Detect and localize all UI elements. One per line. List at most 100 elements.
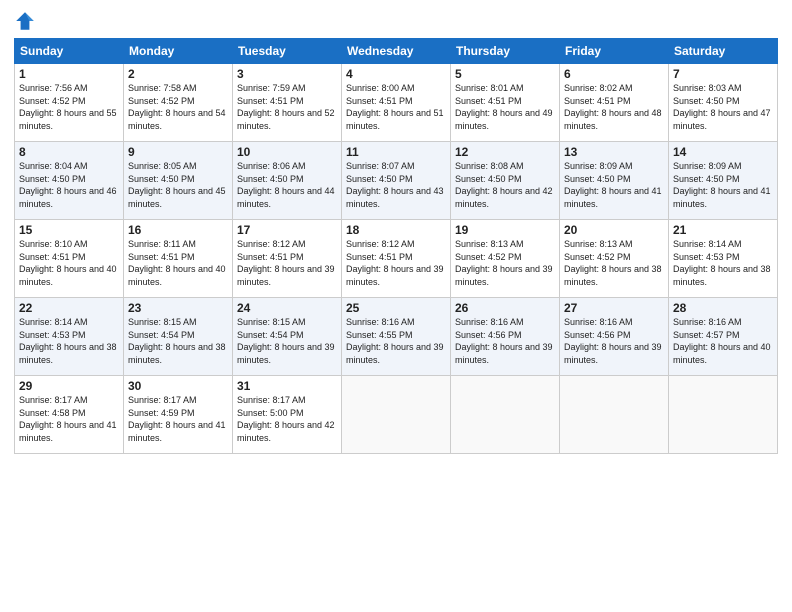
cell-info: Sunrise: 8:16 AMSunset: 4:56 PMDaylight:…: [564, 316, 664, 366]
day-header-wednesday: Wednesday: [342, 39, 451, 64]
cell-info: Sunrise: 8:16 AMSunset: 4:57 PMDaylight:…: [673, 316, 773, 366]
calendar-week-1: 1Sunrise: 7:56 AMSunset: 4:52 PMDaylight…: [15, 64, 778, 142]
calendar-cell: 13Sunrise: 8:09 AMSunset: 4:50 PMDayligh…: [560, 142, 669, 220]
calendar-cell: 27Sunrise: 8:16 AMSunset: 4:56 PMDayligh…: [560, 298, 669, 376]
calendar-cell: 10Sunrise: 8:06 AMSunset: 4:50 PMDayligh…: [233, 142, 342, 220]
day-header-tuesday: Tuesday: [233, 39, 342, 64]
day-header-friday: Friday: [560, 39, 669, 64]
cell-info: Sunrise: 8:09 AMSunset: 4:50 PMDaylight:…: [564, 160, 664, 210]
day-number: 6: [564, 67, 664, 81]
cell-info: Sunrise: 8:11 AMSunset: 4:51 PMDaylight:…: [128, 238, 228, 288]
day-number: 29: [19, 379, 119, 393]
logo: [14, 10, 38, 32]
header: [14, 10, 778, 32]
calendar-table: SundayMondayTuesdayWednesdayThursdayFrid…: [14, 38, 778, 454]
calendar-cell: 7Sunrise: 8:03 AMSunset: 4:50 PMDaylight…: [669, 64, 778, 142]
day-number: 7: [673, 67, 773, 81]
cell-info: Sunrise: 8:09 AMSunset: 4:50 PMDaylight:…: [673, 160, 773, 210]
cell-info: Sunrise: 8:17 AMSunset: 4:58 PMDaylight:…: [19, 394, 119, 444]
calendar-cell: 23Sunrise: 8:15 AMSunset: 4:54 PMDayligh…: [124, 298, 233, 376]
calendar-week-4: 22Sunrise: 8:14 AMSunset: 4:53 PMDayligh…: [15, 298, 778, 376]
day-number: 14: [673, 145, 773, 159]
logo-icon: [14, 10, 36, 32]
day-number: 16: [128, 223, 228, 237]
cell-info: Sunrise: 8:12 AMSunset: 4:51 PMDaylight:…: [237, 238, 337, 288]
calendar-cell: 25Sunrise: 8:16 AMSunset: 4:55 PMDayligh…: [342, 298, 451, 376]
calendar-cell: 28Sunrise: 8:16 AMSunset: 4:57 PMDayligh…: [669, 298, 778, 376]
day-number: 26: [455, 301, 555, 315]
calendar-cell: 1Sunrise: 7:56 AMSunset: 4:52 PMDaylight…: [15, 64, 124, 142]
cell-info: Sunrise: 8:16 AMSunset: 4:56 PMDaylight:…: [455, 316, 555, 366]
day-number: 17: [237, 223, 337, 237]
day-number: 20: [564, 223, 664, 237]
calendar-cell: 18Sunrise: 8:12 AMSunset: 4:51 PMDayligh…: [342, 220, 451, 298]
calendar-header-row: SundayMondayTuesdayWednesdayThursdayFrid…: [15, 39, 778, 64]
day-number: 5: [455, 67, 555, 81]
day-header-saturday: Saturday: [669, 39, 778, 64]
day-number: 24: [237, 301, 337, 315]
calendar-week-5: 29Sunrise: 8:17 AMSunset: 4:58 PMDayligh…: [15, 376, 778, 454]
cell-info: Sunrise: 7:58 AMSunset: 4:52 PMDaylight:…: [128, 82, 228, 132]
calendar-cell: 2Sunrise: 7:58 AMSunset: 4:52 PMDaylight…: [124, 64, 233, 142]
calendar-cell: 22Sunrise: 8:14 AMSunset: 4:53 PMDayligh…: [15, 298, 124, 376]
day-number: 4: [346, 67, 446, 81]
day-number: 25: [346, 301, 446, 315]
calendar-cell: 21Sunrise: 8:14 AMSunset: 4:53 PMDayligh…: [669, 220, 778, 298]
day-number: 13: [564, 145, 664, 159]
calendar-cell: 15Sunrise: 8:10 AMSunset: 4:51 PMDayligh…: [15, 220, 124, 298]
day-number: 11: [346, 145, 446, 159]
cell-info: Sunrise: 8:15 AMSunset: 4:54 PMDaylight:…: [128, 316, 228, 366]
calendar-cell: [451, 376, 560, 454]
cell-info: Sunrise: 8:17 AMSunset: 5:00 PMDaylight:…: [237, 394, 337, 444]
day-number: 15: [19, 223, 119, 237]
cell-info: Sunrise: 8:02 AMSunset: 4:51 PMDaylight:…: [564, 82, 664, 132]
calendar-cell: 8Sunrise: 8:04 AMSunset: 4:50 PMDaylight…: [15, 142, 124, 220]
cell-info: Sunrise: 7:56 AMSunset: 4:52 PMDaylight:…: [19, 82, 119, 132]
cell-info: Sunrise: 8:01 AMSunset: 4:51 PMDaylight:…: [455, 82, 555, 132]
calendar-cell: 14Sunrise: 8:09 AMSunset: 4:50 PMDayligh…: [669, 142, 778, 220]
calendar-cell: 11Sunrise: 8:07 AMSunset: 4:50 PMDayligh…: [342, 142, 451, 220]
calendar-page: SundayMondayTuesdayWednesdayThursdayFrid…: [0, 0, 792, 612]
cell-info: Sunrise: 8:12 AMSunset: 4:51 PMDaylight:…: [346, 238, 446, 288]
cell-info: Sunrise: 8:07 AMSunset: 4:50 PMDaylight:…: [346, 160, 446, 210]
day-number: 10: [237, 145, 337, 159]
calendar-cell: 6Sunrise: 8:02 AMSunset: 4:51 PMDaylight…: [560, 64, 669, 142]
day-number: 8: [19, 145, 119, 159]
calendar-cell: [669, 376, 778, 454]
cell-info: Sunrise: 8:14 AMSunset: 4:53 PMDaylight:…: [19, 316, 119, 366]
day-header-sunday: Sunday: [15, 39, 124, 64]
day-number: 18: [346, 223, 446, 237]
day-number: 9: [128, 145, 228, 159]
cell-info: Sunrise: 8:06 AMSunset: 4:50 PMDaylight:…: [237, 160, 337, 210]
cell-info: Sunrise: 8:03 AMSunset: 4:50 PMDaylight:…: [673, 82, 773, 132]
calendar-cell: 29Sunrise: 8:17 AMSunset: 4:58 PMDayligh…: [15, 376, 124, 454]
day-header-thursday: Thursday: [451, 39, 560, 64]
calendar-cell: 20Sunrise: 8:13 AMSunset: 4:52 PMDayligh…: [560, 220, 669, 298]
cell-info: Sunrise: 7:59 AMSunset: 4:51 PMDaylight:…: [237, 82, 337, 132]
cell-info: Sunrise: 8:13 AMSunset: 4:52 PMDaylight:…: [455, 238, 555, 288]
day-number: 3: [237, 67, 337, 81]
calendar-cell: 17Sunrise: 8:12 AMSunset: 4:51 PMDayligh…: [233, 220, 342, 298]
calendar-week-3: 15Sunrise: 8:10 AMSunset: 4:51 PMDayligh…: [15, 220, 778, 298]
day-number: 28: [673, 301, 773, 315]
calendar-cell: 26Sunrise: 8:16 AMSunset: 4:56 PMDayligh…: [451, 298, 560, 376]
day-number: 23: [128, 301, 228, 315]
calendar-cell: [560, 376, 669, 454]
calendar-cell: 9Sunrise: 8:05 AMSunset: 4:50 PMDaylight…: [124, 142, 233, 220]
day-number: 31: [237, 379, 337, 393]
calendar-cell: 5Sunrise: 8:01 AMSunset: 4:51 PMDaylight…: [451, 64, 560, 142]
day-number: 21: [673, 223, 773, 237]
calendar-cell: 3Sunrise: 7:59 AMSunset: 4:51 PMDaylight…: [233, 64, 342, 142]
day-number: 1: [19, 67, 119, 81]
calendar-week-2: 8Sunrise: 8:04 AMSunset: 4:50 PMDaylight…: [15, 142, 778, 220]
calendar-cell: 19Sunrise: 8:13 AMSunset: 4:52 PMDayligh…: [451, 220, 560, 298]
day-number: 2: [128, 67, 228, 81]
calendar-cell: 31Sunrise: 8:17 AMSunset: 5:00 PMDayligh…: [233, 376, 342, 454]
cell-info: Sunrise: 8:16 AMSunset: 4:55 PMDaylight:…: [346, 316, 446, 366]
cell-info: Sunrise: 8:13 AMSunset: 4:52 PMDaylight:…: [564, 238, 664, 288]
cell-info: Sunrise: 8:14 AMSunset: 4:53 PMDaylight:…: [673, 238, 773, 288]
calendar-cell: 16Sunrise: 8:11 AMSunset: 4:51 PMDayligh…: [124, 220, 233, 298]
day-number: 22: [19, 301, 119, 315]
cell-info: Sunrise: 8:10 AMSunset: 4:51 PMDaylight:…: [19, 238, 119, 288]
day-number: 30: [128, 379, 228, 393]
